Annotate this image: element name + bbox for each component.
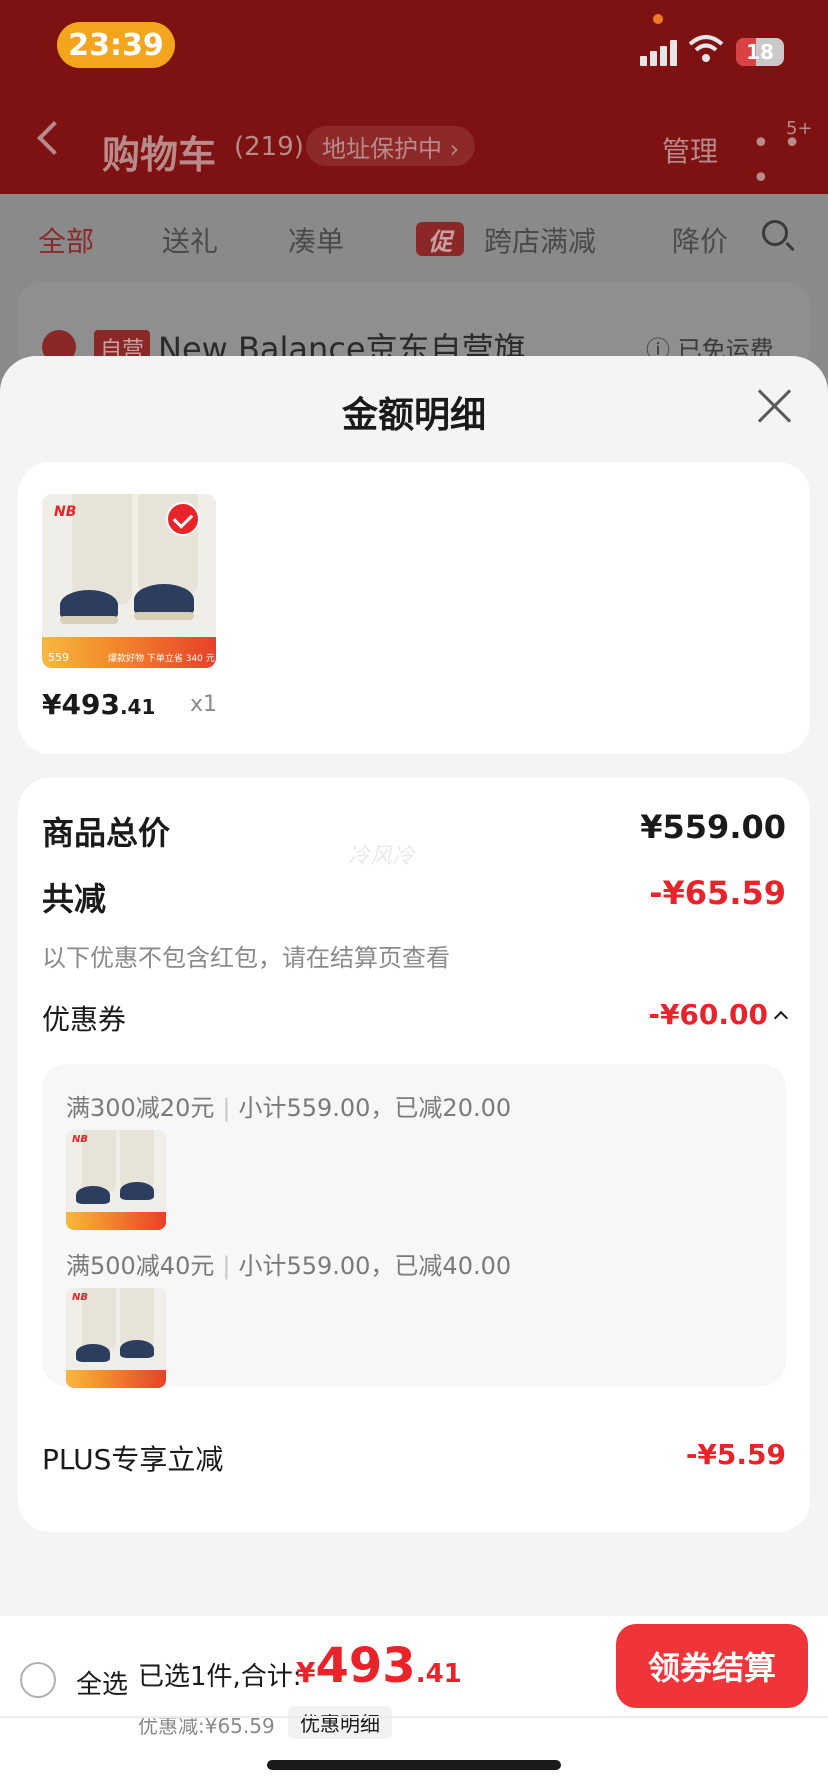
plus-discount-label: PLUS专享立减 [42, 1443, 224, 1476]
select-all-label[interactable]: 全选 [76, 1664, 128, 1701]
message-badge: 5+ [786, 118, 813, 139]
tab-price-drop[interactable]: 降价 [672, 220, 728, 260]
discount-label: 共减 [42, 880, 107, 918]
detail-card: 冷风冷 商品总价 ¥559.00 共减 -¥65.59 以下优惠不包含红包，请在… [18, 778, 810, 1532]
discount-detail-button[interactable]: 优惠明细 [288, 1706, 392, 1739]
cart-count: (219) [234, 132, 304, 162]
amount-detail-sheet: 金额明细 NB 559 爆款好物 下单立省 340 元 ¥493.41 x1 冷… [0, 356, 828, 1792]
saved-amount: 优惠减:¥65.59 [138, 1714, 275, 1738]
promo-tag: 促 [416, 222, 464, 256]
check-icon[interactable] [166, 502, 200, 536]
signal-icon [640, 38, 680, 66]
close-icon[interactable] [756, 388, 792, 424]
product-quantity: x1 [190, 692, 218, 717]
privacy-dot [653, 14, 663, 24]
page-title: 购物车 [102, 133, 217, 177]
checkout-button[interactable]: 领券结算 [616, 1624, 808, 1708]
watermark: 冷风冷 [348, 844, 415, 869]
brand-logo: NB [54, 504, 77, 520]
tab-cross-store[interactable]: 跨店满减 [484, 220, 596, 260]
battery-indicator: 18 [736, 38, 784, 66]
coupon-item-2-thumbnail: NB [66, 1288, 166, 1388]
sheet-title: 金额明细 [341, 395, 486, 436]
coupon-item-1-thumbnail: NB [66, 1130, 166, 1230]
selected-summary: 已选1件,合计: [138, 1662, 302, 1692]
product-card: NB 559 爆款好物 下单立省 340 元 ¥493.41 x1 [18, 462, 810, 754]
wifi-icon [688, 35, 724, 62]
thumb-promo-text: 爆款好物 下单立省 340 元 [108, 654, 215, 664]
address-protection-tag[interactable]: 地址保护中 › [306, 126, 476, 166]
coupon-value: -¥60.00 [648, 998, 768, 1031]
discount-note: 以下优惠不包含红包，请在结算页查看 [42, 944, 450, 972]
total-value: ¥559.00 [640, 808, 786, 846]
product-price: ¥493.41 [42, 688, 156, 721]
coupon-label: 优惠券 [42, 1003, 127, 1036]
plus-discount-value: -¥5.59 [685, 1438, 786, 1471]
tab-all[interactable]: 全部 [38, 220, 94, 260]
tab-gift[interactable]: 送礼 [162, 220, 218, 260]
status-time: 23:39 [57, 22, 175, 68]
tab-combine[interactable]: 凑单 [288, 220, 344, 260]
filter-bar: 全部 送礼 凑单 促 跨店满减 降价 [0, 210, 828, 264]
coupon-list: 满300减20元 | 小计559.00，已减20.00 NB 满500减40元 | 小计… [42, 1064, 786, 1388]
search-icon[interactable] [762, 220, 788, 246]
manage-button[interactable]: 管理 [662, 130, 718, 170]
select-all-checkbox[interactable] [20, 1662, 56, 1698]
chevron-up-icon [773, 1010, 789, 1025]
discount-value: -¥65.59 [649, 874, 786, 912]
bottom-divider [0, 1716, 828, 1718]
thumb-price-badge: 559 [48, 651, 69, 664]
coupon-item-2: 满500减40元 | 小计559.00，已减40.00 [66, 1252, 512, 1280]
coupon-toggle[interactable]: -¥60.00 [648, 998, 789, 1031]
coupon-item-1: 满300减20元 | 小计559.00，已减20.00 [66, 1094, 512, 1122]
total-label: 商品总价 [42, 814, 171, 852]
total-amount: ¥493.41 [296, 1638, 462, 1694]
home-indicator[interactable] [267, 1760, 561, 1770]
